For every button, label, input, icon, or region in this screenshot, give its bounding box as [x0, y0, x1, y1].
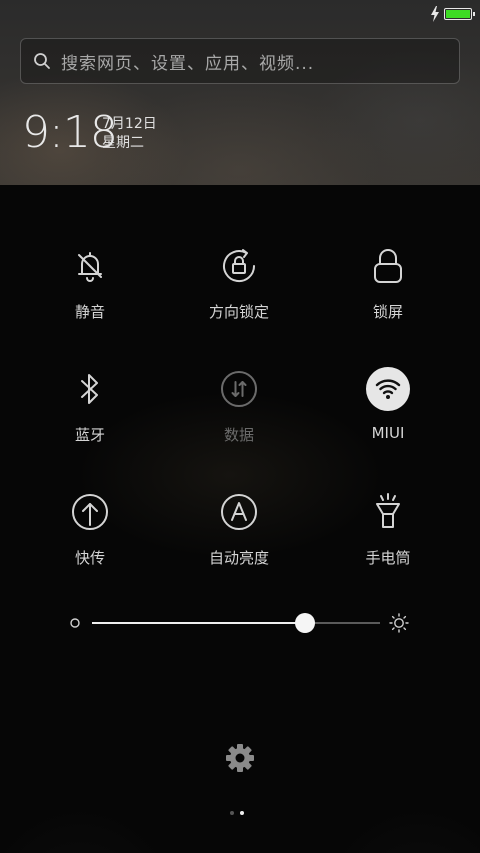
toggle-label: MIUI [371, 424, 405, 442]
toggle-label: 方向锁定 [208, 303, 269, 321]
toggle-label: 手电筒 [365, 549, 411, 567]
toggle-label: 快传 [74, 549, 105, 567]
search-placeholder: 搜索网页、设置、应用、视频... [61, 53, 315, 74]
search-icon [34, 53, 50, 69]
search-bar[interactable]: 搜索网页、设置、应用、视频... [20, 38, 460, 84]
page-dot-active [240, 811, 244, 815]
brightness-thumb[interactable] [295, 613, 316, 633]
page-dot [230, 811, 234, 815]
wifi-icon [365, 366, 411, 412]
battery-icon [444, 8, 475, 20]
quick-transfer-icon [67, 489, 113, 535]
page-indicator [230, 811, 244, 815]
settings-button[interactable] [223, 741, 257, 775]
flashlight-icon [365, 489, 411, 535]
toggle-rotation-lock[interactable]: 方向锁定 [179, 243, 299, 343]
rotation-lock-icon [216, 243, 262, 289]
mobile-data-icon [216, 366, 262, 412]
toggle-label: 锁屏 [372, 303, 403, 321]
toggle-label: 蓝牙 [74, 426, 105, 444]
status-bar [430, 5, 475, 23]
bluetooth-icon [67, 366, 113, 412]
bell-off-icon [67, 243, 113, 289]
brightness-track[interactable] [92, 622, 380, 624]
toggle-wifi[interactable]: MIUI [328, 366, 448, 466]
toggle-quick-transfer[interactable]: 快传 [30, 489, 150, 589]
brightness-high-icon [389, 613, 409, 633]
toggle-mobile-data[interactable]: 数据 [179, 366, 299, 466]
toggle-label: 数据 [223, 426, 254, 444]
toggle-silent[interactable]: 静音 [30, 243, 150, 343]
toggle-flashlight[interactable]: 手电筒 [328, 489, 448, 589]
date-label: 7月12日 [102, 116, 157, 132]
toggle-bluetooth[interactable]: 蓝牙 [30, 366, 150, 466]
clock-date[interactable]: 7月12日 星期二 [102, 115, 157, 153]
brightness-fill [92, 622, 306, 624]
brightness-slider[interactable] [70, 610, 415, 636]
weekday-label: 星期二 [102, 135, 144, 151]
toggle-auto-brightness[interactable]: 自动亮度 [179, 489, 299, 589]
battery-fill [446, 10, 470, 18]
toggle-lock-screen[interactable]: 锁屏 [328, 243, 448, 343]
lock-icon [365, 243, 411, 289]
gear-icon [226, 744, 254, 772]
toggle-label: 静音 [74, 303, 105, 321]
brightness-low-icon [70, 618, 80, 628]
toggle-label: 自动亮度 [208, 549, 269, 567]
auto-brightness-icon [216, 489, 262, 535]
lightning-icon [431, 6, 439, 22]
